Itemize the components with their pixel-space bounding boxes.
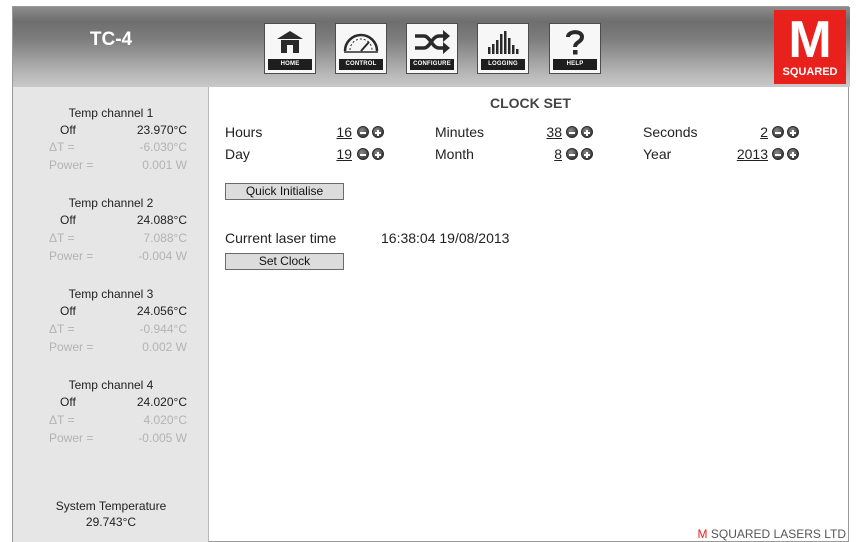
- channel-3-dt: -0.944°C: [139, 322, 188, 336]
- hours-decrement-button[interactable]: [357, 126, 369, 138]
- minutes-decrement-button[interactable]: [566, 126, 578, 138]
- channel-3-title: Temp channel 3: [68, 287, 154, 301]
- channel-1-status-row: Off 23.970°C: [13, 123, 209, 138]
- channel-2-temp: 24.088°C: [136, 213, 187, 227]
- channel-3-power: 0.002 W: [142, 340, 187, 354]
- channel-3-status-row: Off 24.056°C: [13, 304, 209, 319]
- channel-4-title: Temp channel 4: [68, 378, 154, 392]
- current-laser-time-value: 16:38:04 19/08/2013: [381, 230, 510, 246]
- gauge-icon: [336, 26, 386, 58]
- channel-3-dt-label: ΔT =: [49, 322, 75, 336]
- channel-4-power-label: Power =: [49, 431, 94, 445]
- footer-brand-m: M: [697, 527, 708, 541]
- channel-2-dt-row: ΔT = 7.088°C: [13, 231, 209, 246]
- channel-1-title: Temp channel 1: [68, 106, 154, 120]
- footer-brand: M SQUARED LASERS LTD: [698, 527, 846, 541]
- nav-configure-label: CONFIGURE: [410, 59, 454, 70]
- minutes-label: Minutes: [435, 124, 485, 140]
- home-icon: [265, 26, 315, 58]
- channel-2-dt: 7.088°C: [143, 231, 188, 245]
- year-label: Year: [643, 146, 672, 162]
- page-title: CLOCK SET: [490, 95, 571, 111]
- main-panel: CLOCK SET Hours 16 Minutes 38 Seconds 2 …: [210, 87, 850, 542]
- system-temperature-title: System Temperature: [55, 499, 167, 513]
- channel-2-power-label: Power =: [49, 249, 94, 263]
- channel-2-title: Temp channel 2: [68, 196, 154, 210]
- channel-1-dt-row: ΔT = -6.030°C: [13, 140, 209, 155]
- nav-home-button[interactable]: HOME: [264, 23, 316, 74]
- year-value: 2013: [736, 146, 768, 162]
- minutes-increment-button[interactable]: [581, 126, 593, 138]
- sidebar: Temp channel 1 Off 23.970°C ΔT = -6.030°…: [13, 87, 209, 542]
- set-clock-button[interactable]: Set Clock: [225, 253, 344, 270]
- nav-control-label: CONTROL: [339, 59, 383, 70]
- nav-logging-label: LOGGING: [481, 59, 525, 70]
- channel-2-state: Off: [60, 213, 76, 227]
- channel-2-power-row: Power = -0.004 W: [13, 249, 209, 264]
- day-increment-button[interactable]: [372, 148, 384, 160]
- channel-2-power: -0.004 W: [138, 249, 187, 263]
- current-laser-time-label: Current laser time: [225, 230, 337, 246]
- channel-3-power-label: Power =: [49, 340, 94, 354]
- channel-4-power: -0.005 W: [138, 431, 187, 445]
- header-bar: TC-4 HOME CONTROL CONFIGURE LOGGING HELP…: [13, 7, 850, 87]
- channel-2-status-row: Off 24.088°C: [13, 213, 209, 228]
- channel-1-state: Off: [60, 123, 76, 137]
- seconds-value: 2: [760, 124, 768, 140]
- system-temperature-value: 29.743°C: [85, 515, 137, 529]
- app-title: TC-4: [89, 29, 133, 50]
- seconds-label: Seconds: [643, 124, 698, 140]
- hours-label: Hours: [225, 124, 263, 140]
- seconds-decrement-button[interactable]: [772, 126, 784, 138]
- channel-1-power: 0.001 W: [142, 158, 187, 172]
- channel-1-power-row: Power = 0.001 W: [13, 158, 209, 173]
- day-label: Day: [225, 146, 250, 162]
- year-increment-button[interactable]: [787, 148, 799, 160]
- channel-4-dt: 4.020°C: [143, 413, 188, 427]
- brand-logo-text: SQUARED: [782, 66, 838, 78]
- shuffle-icon: [407, 26, 457, 58]
- nav-home-label: HOME: [268, 59, 312, 70]
- channel-1-dt-label: ΔT =: [49, 140, 75, 154]
- month-decrement-button[interactable]: [566, 148, 578, 160]
- seconds-increment-button[interactable]: [787, 126, 799, 138]
- channel-4-dt-row: ΔT = 4.020°C: [13, 413, 209, 428]
- nav-help-label: HELP: [553, 59, 597, 70]
- brand-logo-mark: M: [788, 11, 832, 69]
- day-value: 19: [336, 146, 352, 162]
- channel-1-dt: -6.030°C: [139, 140, 188, 154]
- year-decrement-button[interactable]: [772, 148, 784, 160]
- nav-logging-button[interactable]: LOGGING: [477, 23, 529, 74]
- channel-3-temp: 24.056°C: [136, 304, 187, 318]
- brand-logo: M SQUARED: [774, 10, 846, 84]
- channel-4-state: Off: [60, 395, 76, 409]
- bar-graph-icon: [478, 26, 528, 58]
- month-increment-button[interactable]: [581, 148, 593, 160]
- day-decrement-button[interactable]: [357, 148, 369, 160]
- channel-4-status-row: Off 24.020°C: [13, 395, 209, 410]
- question-icon: [550, 26, 600, 58]
- hours-increment-button[interactable]: [372, 126, 384, 138]
- hours-value: 16: [336, 124, 352, 140]
- channel-3-power-row: Power = 0.002 W: [13, 340, 209, 355]
- channel-2-dt-label: ΔT =: [49, 231, 75, 245]
- month-label: Month: [435, 146, 474, 162]
- channel-3-state: Off: [60, 304, 76, 318]
- channel-4-temp: 24.020°C: [136, 395, 187, 409]
- channel-4-dt-label: ΔT =: [49, 413, 75, 427]
- minutes-value: 38: [546, 124, 562, 140]
- channel-1-power-label: Power =: [49, 158, 94, 172]
- nav-control-button[interactable]: CONTROL: [335, 23, 387, 74]
- footer-brand-text: SQUARED LASERS LTD: [707, 527, 846, 541]
- app-window: TC-4 HOME CONTROL CONFIGURE LOGGING HELP…: [12, 6, 850, 542]
- nav-configure-button[interactable]: CONFIGURE: [406, 23, 458, 74]
- quick-initialise-button[interactable]: Quick Initialise: [225, 183, 344, 200]
- channel-1-temp: 23.970°C: [136, 123, 187, 137]
- nav-help-button[interactable]: HELP: [549, 23, 601, 74]
- month-value: 8: [554, 146, 562, 162]
- channel-4-power-row: Power = -0.005 W: [13, 431, 209, 446]
- channel-3-dt-row: ΔT = -0.944°C: [13, 322, 209, 337]
